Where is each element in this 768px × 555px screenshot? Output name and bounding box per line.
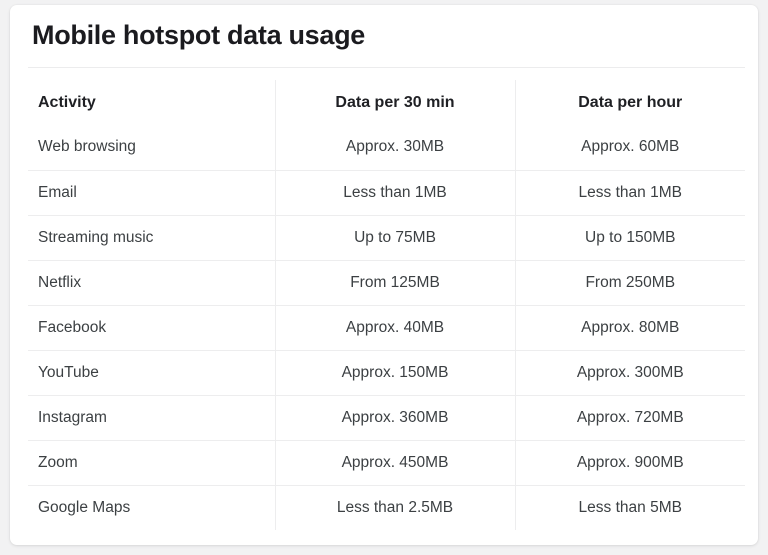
- cell-data-per-30-min: Approx. 360MB: [274, 395, 515, 441]
- cell-activity: Zoom: [28, 440, 275, 486]
- table-row: Google Maps Less than 2.5MB Less than 5M…: [28, 485, 745, 530]
- cell-activity: Streaming music: [28, 215, 275, 261]
- table-row: Email Less than 1MB Less than 1MB: [28, 170, 745, 216]
- table-row: Facebook Approx. 40MB Approx. 80MB: [28, 305, 745, 351]
- cell-data-per-30-min: Approx. 30MB: [274, 125, 515, 171]
- data-usage-card: Mobile hotspot data usage Activity Data …: [10, 5, 758, 545]
- cell-activity: Web browsing: [28, 125, 275, 171]
- column-header-data-per-30-min: Data per 30 min: [274, 80, 515, 125]
- table-row: YouTube Approx. 150MB Approx. 300MB: [28, 350, 745, 396]
- table-row: Netflix From 125MB From 250MB: [28, 260, 745, 306]
- cell-data-per-hour: Up to 150MB: [514, 215, 745, 261]
- cell-data-per-30-min: Up to 75MB: [274, 215, 515, 261]
- title-divider: [28, 67, 745, 68]
- cell-data-per-hour: Less than 1MB: [514, 170, 745, 216]
- cell-activity: Email: [28, 170, 275, 216]
- cell-data-per-hour: Less than 5MB: [514, 485, 745, 530]
- table-body: Web browsing Approx. 30MB Approx. 60MB E…: [28, 125, 745, 530]
- cell-data-per-30-min: From 125MB: [274, 260, 515, 306]
- cell-data-per-hour: Approx. 80MB: [514, 305, 745, 351]
- page-background: Mobile hotspot data usage Activity Data …: [0, 0, 768, 555]
- cell-data-per-30-min: Approx. 150MB: [274, 350, 515, 396]
- cell-data-per-hour: Approx. 60MB: [514, 125, 745, 171]
- table-row: Instagram Approx. 360MB Approx. 720MB: [28, 395, 745, 441]
- table-header: Activity Data per 30 min Data per hour: [28, 80, 745, 125]
- column-header-activity: Activity: [38, 93, 96, 111]
- table-row: Web browsing Approx. 30MB Approx. 60MB: [28, 125, 745, 171]
- table-row: Streaming music Up to 75MB Up to 150MB: [28, 215, 745, 261]
- cell-data-per-hour: Approx. 300MB: [514, 350, 745, 396]
- cell-data-per-hour: Approx. 720MB: [514, 395, 745, 441]
- cell-data-per-hour: From 250MB: [514, 260, 745, 306]
- cell-activity: YouTube: [28, 350, 275, 396]
- column-header-data-per-hour: Data per hour: [514, 80, 745, 125]
- cell-activity: Google Maps: [38, 498, 131, 516]
- cell-data-per-30-min: Less than 1MB: [274, 170, 515, 216]
- cell-activity: Netflix: [28, 260, 275, 306]
- cell-activity: Facebook: [28, 305, 275, 351]
- page-title: Mobile hotspot data usage: [32, 20, 366, 50]
- cell-data-per-hour: Approx. 900MB: [514, 440, 745, 486]
- table-row: Zoom Approx. 450MB Approx. 900MB: [28, 440, 745, 486]
- cell-activity: Instagram: [28, 395, 275, 441]
- cell-data-per-30-min: Less than 2.5MB: [274, 485, 515, 530]
- cell-data-per-30-min: Approx. 450MB: [274, 440, 515, 486]
- cell-data-per-30-min: Approx. 40MB: [274, 305, 515, 351]
- table-header-row: Activity Data per 30 min Data per hour: [28, 80, 745, 125]
- mobile-hotspot-data-usage-table: Activity Data per 30 min Data per hour W…: [28, 80, 745, 530]
